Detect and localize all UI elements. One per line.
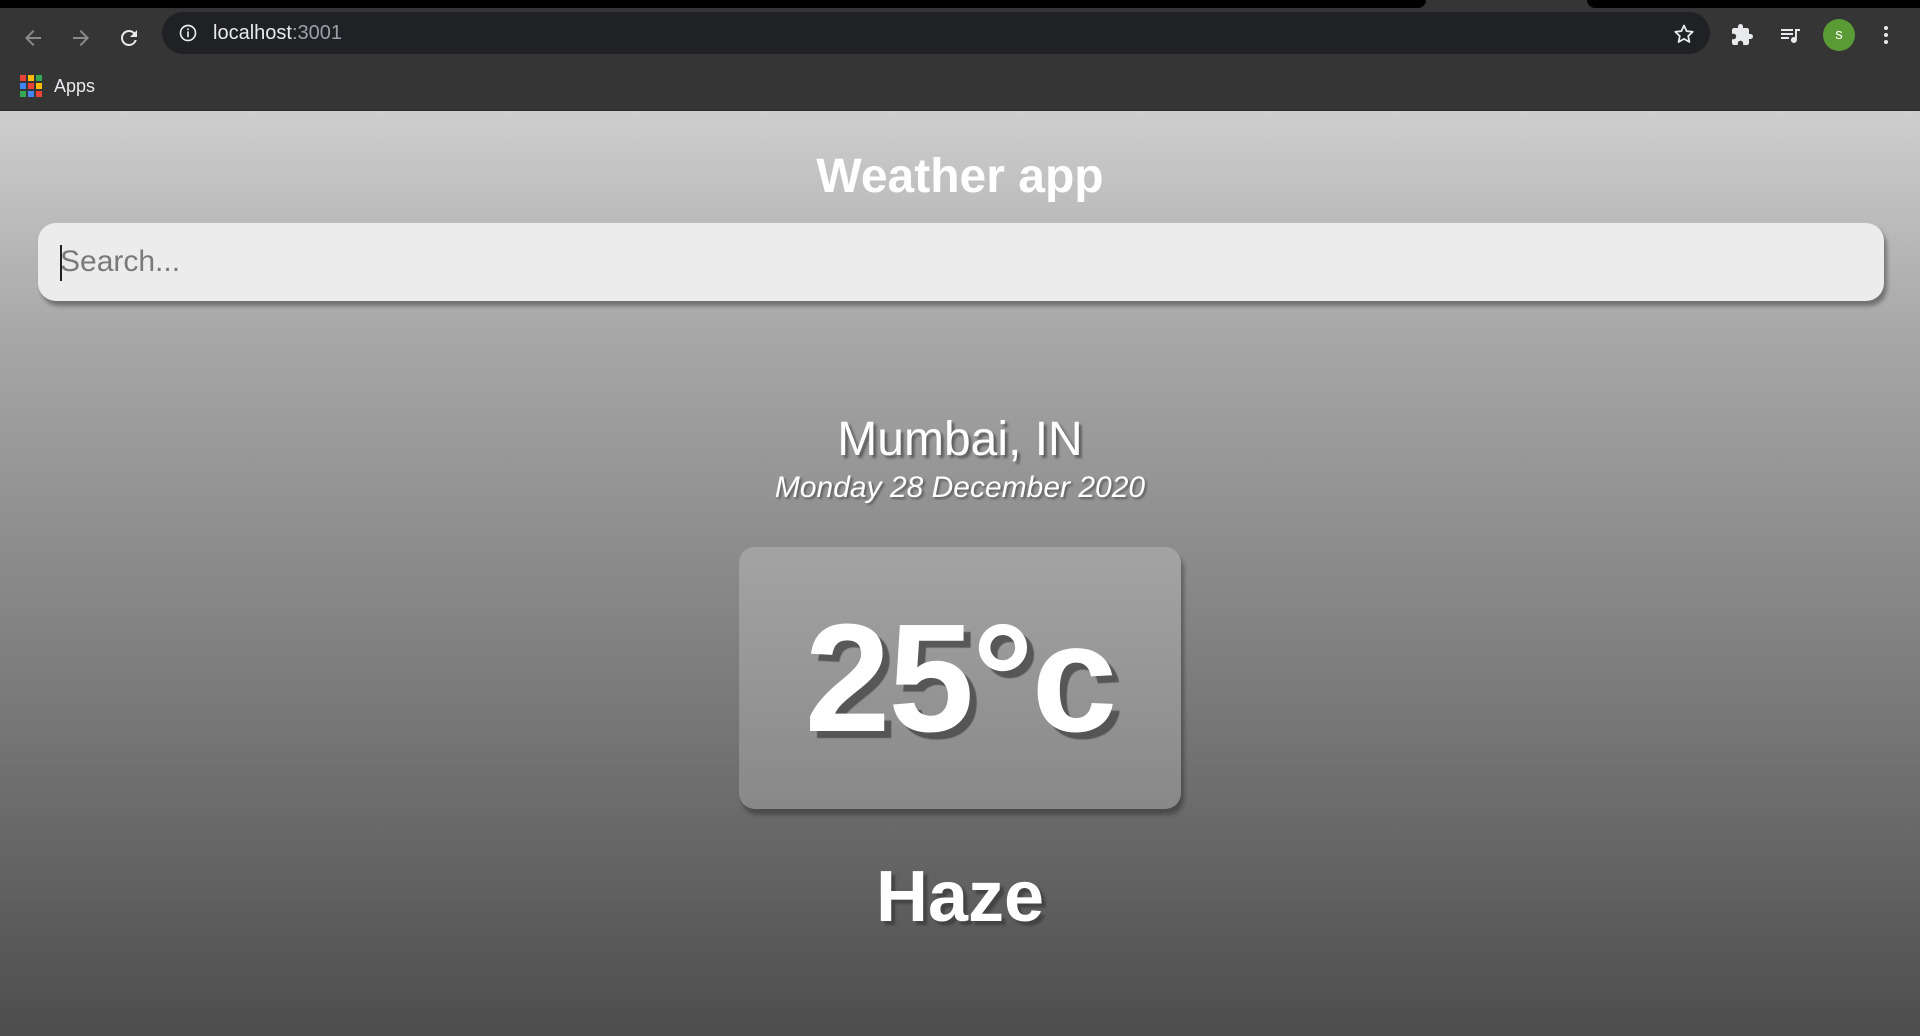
address-bar[interactable]: localhost:3001	[162, 12, 1710, 54]
url-text[interactable]: localhost:3001	[213, 23, 342, 43]
tab-strip-shade-right	[1587, 0, 1920, 8]
info-icon[interactable]	[178, 23, 198, 43]
temperature-value: 25°c	[804, 591, 1118, 764]
page-viewport: Weather app Mumbai, IN Monday 28 Decembe…	[0, 111, 1920, 1036]
more-vert-icon	[1884, 26, 1888, 44]
apps-grid-dot	[28, 75, 34, 81]
forward-button[interactable]	[63, 20, 99, 56]
tab-strip-shade-left	[0, 0, 1426, 8]
arrow-right-icon	[73, 30, 89, 46]
apps-grid-dot	[20, 91, 26, 97]
apps-grid-dot	[20, 75, 26, 81]
bookmark-star-icon[interactable]	[1672, 22, 1696, 46]
browser-menu-button[interactable]	[1868, 17, 1904, 53]
apps-grid-dot	[28, 83, 34, 89]
profile-avatar[interactable]: s	[1823, 19, 1855, 51]
media-control-button[interactable]	[1772, 17, 1808, 53]
weather-condition: Haze	[875, 857, 1045, 937]
search-input[interactable]	[38, 223, 1884, 301]
apps-grid-dot	[20, 83, 26, 89]
browser-toolbar: localhost:3001 s	[0, 8, 1920, 62]
apps-grid-dot	[36, 83, 42, 89]
arrow-left-icon	[25, 30, 41, 46]
puzzle-icon	[1732, 24, 1753, 45]
extensions-button[interactable]	[1724, 17, 1760, 53]
back-button[interactable]	[15, 20, 51, 56]
apps-grid-dot	[36, 75, 42, 81]
url-port: :3001	[291, 22, 342, 44]
bookmarks-bar: Apps	[0, 62, 1920, 111]
reload-button[interactable]	[111, 20, 147, 56]
apps-grid-dot	[36, 91, 42, 97]
bookmark-apps-label: Apps	[54, 75, 96, 96]
current-date: Monday 28 December 2020	[774, 471, 1146, 504]
app-title: Weather app	[816, 150, 1104, 203]
apps-grid-icon	[20, 75, 42, 97]
apps-grid-dot	[28, 91, 34, 97]
text-cursor	[60, 245, 62, 281]
temperature-card: 25°c	[739, 547, 1181, 809]
reload-icon	[121, 30, 137, 46]
location-name: Mumbai, IN	[837, 413, 1083, 466]
tab-strip	[0, 0, 1920, 8]
bookmark-apps[interactable]: Apps	[20, 70, 95, 102]
url-host: localhost	[213, 22, 292, 44]
queue-music-icon	[1781, 29, 1800, 43]
